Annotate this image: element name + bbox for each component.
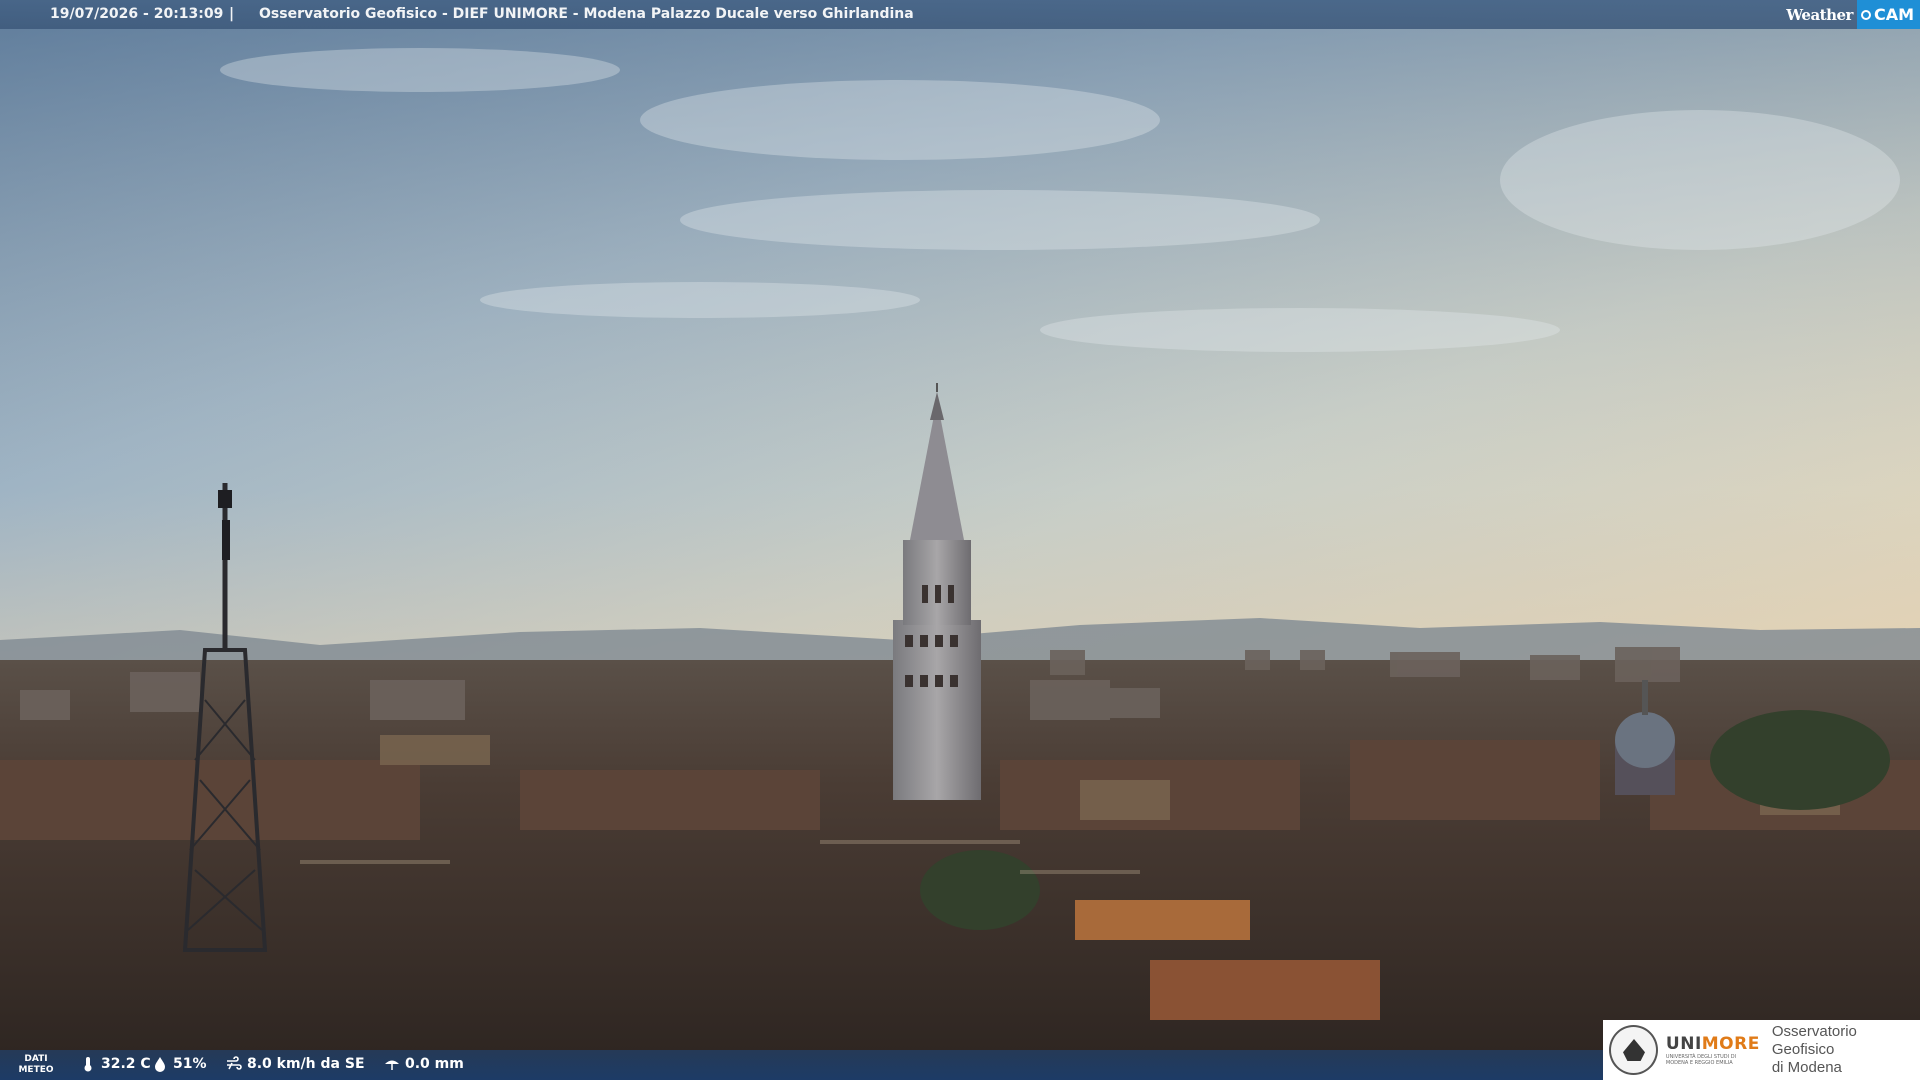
thermometer-icon xyxy=(84,1057,92,1072)
brand-cam-text: CAM xyxy=(1873,5,1914,24)
unimore-logo-box: UNIMORE UNIVERSITÀ DEGLI STUDI DI MODENA… xyxy=(1603,1020,1920,1080)
wind-reading: 8.0 km/h da SE xyxy=(226,1056,365,1072)
weathercam-logo: Weather CAM xyxy=(1786,0,1920,29)
brand-dot-icon xyxy=(1860,9,1871,20)
university-seal-icon xyxy=(1609,1025,1658,1075)
rain-gauge-icon xyxy=(385,1060,399,1070)
observatory-name: Osservatorio Geofisico di Modena xyxy=(1771,1023,1857,1076)
unimore-wordmark: UNIMORE UNIVERSITÀ DEGLI STUDI DI MODENA… xyxy=(1666,1034,1760,1066)
timestamp: 19/07/2026 - 20:13:09 xyxy=(50,6,224,22)
weather-data-label: DATI METEO xyxy=(18,1054,54,1075)
uni-prefix: UNI xyxy=(1665,1034,1702,1054)
header-separator: | xyxy=(229,6,235,22)
humidity-drop-icon xyxy=(155,1057,165,1072)
brand-weather-text: Weather xyxy=(1786,5,1853,24)
camera-title: Osservatorio Geofisico - DIEF UNIMORE - … xyxy=(259,6,914,22)
uni-subtitle: UNIVERSITÀ DEGLI STUDI DI MODENA E REGGI… xyxy=(1665,1054,1737,1066)
wind-value: 8.0 km/h da SE xyxy=(247,1056,365,1072)
uni-suffix: MORE xyxy=(1701,1034,1760,1054)
temperature-value: 32.2 C xyxy=(101,1056,151,1072)
camera-header-bar: 19/07/2026 - 20:13:09 | Osservatorio Geo… xyxy=(0,0,1920,29)
brand-cam-badge: CAM xyxy=(1856,0,1920,29)
temperature-reading: 32.2 C xyxy=(80,1056,151,1072)
rain-reading: 0.0 mm xyxy=(384,1056,464,1072)
webcam-scene xyxy=(0,0,1920,1080)
humidity-value: 51% xyxy=(173,1056,207,1072)
rain-value: 0.0 mm xyxy=(405,1056,464,1072)
humidity-reading: 51% xyxy=(152,1056,207,1072)
wind-icon xyxy=(227,1056,242,1070)
